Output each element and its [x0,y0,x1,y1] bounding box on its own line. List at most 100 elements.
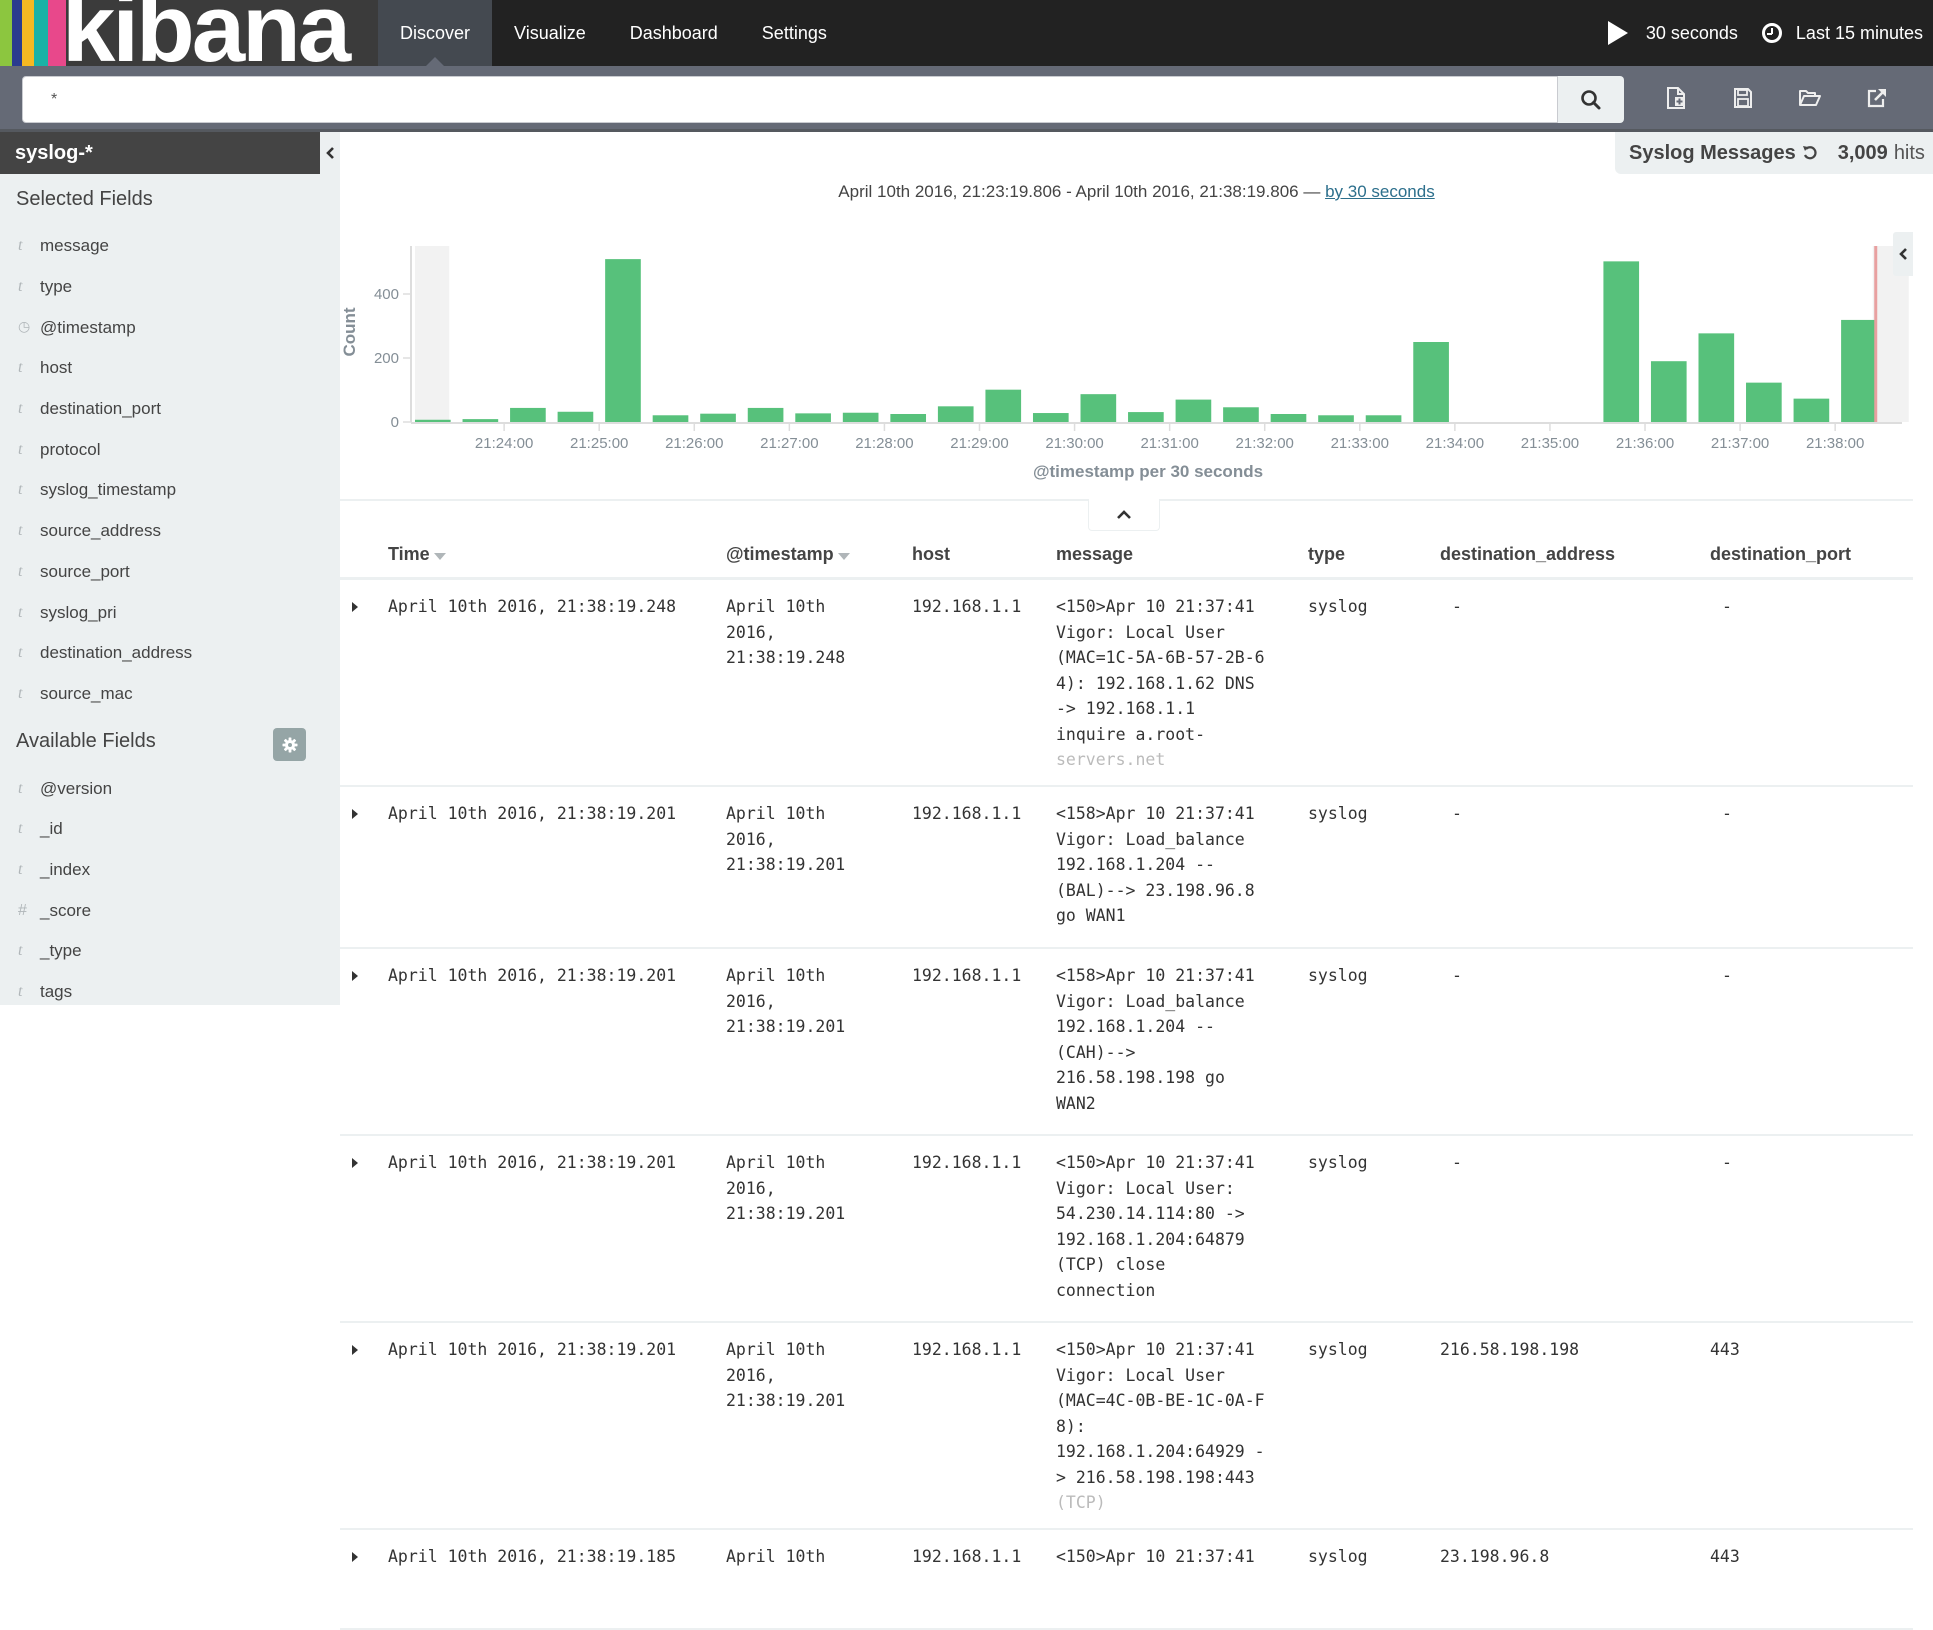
nav-tab-discover[interactable]: Discover [378,0,493,66]
cell-text: April 10th 2016, 21:38:19.248 [726,597,846,667]
histogram-bar[interactable] [937,406,974,422]
collapse-sidebar-button[interactable] [320,132,340,174]
index-pattern-selector[interactable]: syslog-* [0,132,340,174]
reset-search-icon[interactable] [1802,145,1818,161]
field-item-type[interactable]: t _type [0,931,340,972]
column-header-type[interactable]: type [1308,544,1345,565]
histogram-bar[interactable] [557,411,594,422]
nav-tab-settings[interactable]: Settings [740,0,849,66]
field-item-host[interactable]: t host [0,348,340,389]
column-label: destination_port [1710,544,1852,564]
column-header-destination-port[interactable]: destination_port [1710,544,1851,565]
auto-refresh-button[interactable]: 30 seconds [1607,21,1738,45]
histogram-bar[interactable] [985,389,1022,422]
truncated-text: (TCP) [1056,1493,1106,1512]
histogram-bar[interactable] [652,415,689,422]
histogram-bar[interactable] [1841,319,1877,422]
field-item-source-port[interactable]: t source_port [0,552,340,593]
histogram-bar[interactable] [1032,413,1069,422]
field-item-timestamp[interactable]: ◷ @timestamp [0,307,340,348]
sort-caret-icon[interactable] [433,553,446,560]
expand-row-icon[interactable] [352,1552,358,1562]
histogram-bar[interactable] [890,414,927,422]
field-item-syslog-timestamp[interactable]: t syslog_timestamp [0,470,340,511]
field-item-type[interactable]: t type [0,267,340,308]
field-item-destination-port[interactable]: t destination_port [0,389,340,430]
table-row[interactable]: April 10th 2016, 21:38:19.201 April 10th … [340,949,1913,1136]
field-item-id[interactable]: t _id [0,809,340,850]
sort-caret-icon[interactable] [837,553,850,560]
histogram-bar[interactable] [1080,394,1117,422]
search-button[interactable] [1558,76,1624,123]
histogram-bar[interactable] [462,419,499,422]
expand-row-icon[interactable] [352,602,358,612]
histogram-bar[interactable] [795,413,831,422]
interval-link[interactable]: by 30 seconds [1325,182,1435,201]
histogram-bar[interactable] [1270,414,1307,422]
field-item-index[interactable]: t _index [0,850,340,891]
histogram-bar[interactable] [1650,361,1687,422]
column-header-host[interactable]: host [912,544,950,565]
histogram-bar[interactable] [1128,412,1164,422]
open-search-button[interactable] [1794,80,1826,116]
cell-host: 192.168.1.1 [912,1337,1021,1363]
table-row[interactable]: April 10th 2016, 21:38:19.201 April 10th … [340,1136,1913,1323]
hide-chart-button[interactable] [1088,499,1160,531]
histogram-bar[interactable] [1603,261,1640,422]
column-header-time[interactable]: Time [388,544,446,565]
chart-options-toggle[interactable] [1893,232,1913,276]
expand-row-icon[interactable] [352,809,358,819]
time-picker-button[interactable]: Last 15 minutes [1750,23,1923,44]
new-search-button[interactable] [1660,80,1692,116]
histogram-bar[interactable] [1318,415,1354,422]
histogram-bar[interactable] [1793,398,1830,422]
table-row[interactable]: April 10th 2016, 21:38:19.248 April 10th … [340,580,1913,787]
cell-time: April 10th 2016, 21:38:19.248 [388,594,676,620]
histogram-bar[interactable] [1365,415,1402,422]
field-item-version[interactable]: t @version [0,768,340,809]
histogram-bar[interactable] [415,419,451,422]
cell-text: <150>Apr 10 21:37:41 Vigor: Local User (… [1056,597,1265,744]
field-item-syslog-pri[interactable]: t syslog_pri [0,592,340,633]
field-item-message[interactable]: t message [0,226,340,267]
search-input[interactable] [22,76,1558,123]
histogram-bar[interactable] [700,413,736,422]
logo-text: kibana [62,0,351,66]
field-item-source-address[interactable]: t source_address [0,511,340,552]
cell-host: 192.168.1.1 [912,1544,1021,1570]
histogram-bar[interactable] [1223,407,1259,422]
histogram-bar[interactable] [1175,399,1212,422]
cell-destination-port: - [1722,1150,1732,1176]
field-item-source-mac[interactable]: t source_mac [0,674,340,715]
cell-message: <150>Apr 10 21:37:41 [1056,1544,1255,1570]
field-item-score[interactable]: # _score [0,890,340,931]
expand-row-icon[interactable] [352,1345,358,1355]
field-item-protocol[interactable]: t protocol [0,429,340,470]
nav-tab-dashboard[interactable]: Dashboard [608,0,740,66]
histogram-bar[interactable] [1746,382,1782,422]
nav-tab-visualize[interactable]: Visualize [492,0,608,66]
save-search-button[interactable] [1727,80,1759,116]
kibana-logo[interactable]: kibana [0,0,378,66]
share-button[interactable] [1861,80,1893,116]
column-header-timestamp[interactable]: @timestamp [726,544,850,565]
cell-timestamp: April 10th [726,1544,825,1570]
histogram-bar[interactable] [510,407,546,422]
histogram-bar[interactable] [605,259,641,422]
table-row[interactable]: April 10th 2016, 21:38:19.185 April 10th 1… [340,1530,1913,1630]
table-row[interactable]: April 10th 2016, 21:38:19.201 April 10th … [340,1323,1913,1530]
column-header-message[interactable]: message [1056,544,1133,565]
column-header-destination-address[interactable]: destination_address [1440,544,1615,565]
field-item-tags[interactable]: t tags [0,972,340,1013]
histogram-bar[interactable] [1698,333,1735,422]
hits-count: 3,009 [1837,141,1888,164]
histogram-bar[interactable] [1413,342,1449,422]
field-item-destination-address[interactable]: t destination_address [0,633,340,674]
expand-row-icon[interactable] [352,1158,358,1168]
histogram-bar[interactable] [842,412,879,422]
expand-row-icon[interactable] [352,971,358,981]
field-settings-button[interactable] [273,728,306,762]
table-row[interactable]: April 10th 2016, 21:38:19.201 April 10th … [340,787,1913,949]
histogram-bar[interactable] [747,407,784,422]
field-name: @version [40,778,113,798]
